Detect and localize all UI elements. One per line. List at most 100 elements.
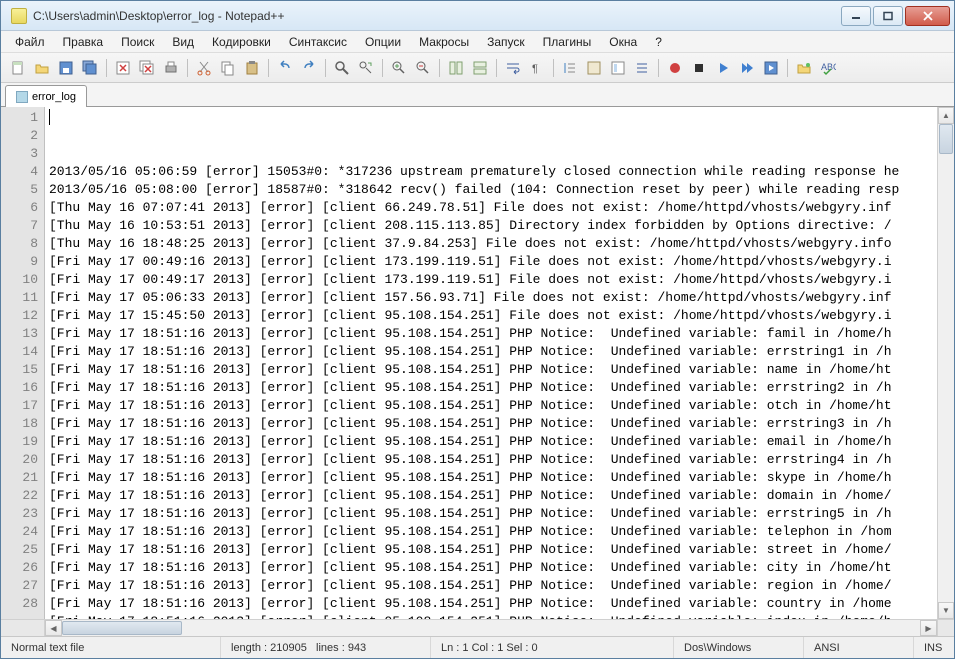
save-icon[interactable]	[55, 57, 77, 79]
close-all-icon[interactable]	[136, 57, 158, 79]
line-number[interactable]: 10	[3, 271, 38, 289]
code-line[interactable]: 2013/05/16 05:06:59 [error] 15053#0: *31…	[49, 163, 937, 181]
code-line[interactable]: [Fri May 17 18:51:16 2013] [error] [clie…	[49, 523, 937, 541]
paste-icon[interactable]	[241, 57, 263, 79]
line-number[interactable]: 13	[3, 325, 38, 343]
save-all-icon[interactable]	[79, 57, 101, 79]
horizontal-scrollbar[interactable]: ◀ ▶	[45, 620, 937, 636]
doc-map-icon[interactable]	[607, 57, 629, 79]
code-line[interactable]: [Fri May 17 00:49:17 2013] [error] [clie…	[49, 271, 937, 289]
code-line[interactable]: [Fri May 17 00:49:16 2013] [error] [clie…	[49, 253, 937, 271]
code-line[interactable]: 2013/05/16 05:08:00 [error] 18587#0: *31…	[49, 181, 937, 199]
vertical-scrollbar[interactable]: ▲ ▼	[937, 107, 954, 619]
line-number[interactable]: 26	[3, 559, 38, 577]
line-number[interactable]: 6	[3, 199, 38, 217]
code-line[interactable]: [Fri May 17 18:51:16 2013] [error] [clie…	[49, 397, 937, 415]
hscroll-thumb[interactable]	[62, 621, 182, 635]
line-number[interactable]: 20	[3, 451, 38, 469]
menu-run[interactable]: Запуск	[479, 32, 533, 52]
spellcheck-icon[interactable]: ABC	[817, 57, 839, 79]
redo-icon[interactable]	[298, 57, 320, 79]
line-number-gutter[interactable]: 1234567891011121314151617181920212223242…	[1, 107, 45, 619]
code-line[interactable]: [Fri May 17 05:06:33 2013] [error] [clie…	[49, 289, 937, 307]
line-number[interactable]: 21	[3, 469, 38, 487]
indent-guide-icon[interactable]	[559, 57, 581, 79]
line-number[interactable]: 5	[3, 181, 38, 199]
scroll-up-icon[interactable]: ▲	[938, 107, 954, 124]
code-line[interactable]: [Fri May 17 18:51:16 2013] [error] [clie…	[49, 487, 937, 505]
scroll-track[interactable]	[938, 124, 954, 602]
line-number[interactable]: 24	[3, 523, 38, 541]
line-number[interactable]: 11	[3, 289, 38, 307]
code-line[interactable]: [Fri May 17 15:45:50 2013] [error] [clie…	[49, 307, 937, 325]
copy-icon[interactable]	[217, 57, 239, 79]
code-line[interactable]: [Fri May 17 18:51:16 2013] [error] [clie…	[49, 433, 937, 451]
hscroll-track[interactable]	[62, 620, 920, 636]
stop-macro-icon[interactable]	[688, 57, 710, 79]
titlebar[interactable]: C:\Users\admin\Desktop\error_log - Notep…	[1, 1, 954, 31]
code-line[interactable]: [Thu May 16 07:07:41 2013] [error] [clie…	[49, 199, 937, 217]
code-line[interactable]: [Fri May 17 18:51:16 2013] [error] [clie…	[49, 361, 937, 379]
record-macro-icon[interactable]	[664, 57, 686, 79]
line-number[interactable]: 2	[3, 127, 38, 145]
maximize-button[interactable]	[873, 6, 903, 26]
new-file-icon[interactable]	[7, 57, 29, 79]
code-line[interactable]: [Thu May 16 10:53:51 2013] [error] [clie…	[49, 217, 937, 235]
minimize-button[interactable]	[841, 6, 871, 26]
replace-icon[interactable]	[355, 57, 377, 79]
scroll-right-icon[interactable]: ▶	[920, 620, 937, 636]
code-line[interactable]: [Fri May 17 18:51:16 2013] [error] [clie…	[49, 559, 937, 577]
line-number[interactable]: 28	[3, 595, 38, 613]
save-macro-icon[interactable]	[760, 57, 782, 79]
code-line[interactable]: [Fri May 17 18:51:16 2013] [error] [clie…	[49, 325, 937, 343]
menu-edit[interactable]: Правка	[55, 32, 112, 52]
line-number[interactable]: 3	[3, 145, 38, 163]
code-line[interactable]: [Fri May 17 18:51:16 2013] [error] [clie…	[49, 577, 937, 595]
menu-options[interactable]: Опции	[357, 32, 409, 52]
line-number[interactable]: 25	[3, 541, 38, 559]
line-number[interactable]: 12	[3, 307, 38, 325]
scroll-down-icon[interactable]: ▼	[938, 602, 954, 619]
code-line[interactable]: [Fri May 17 18:51:16 2013] [error] [clie…	[49, 595, 937, 613]
menu-macros[interactable]: Макросы	[411, 32, 477, 52]
code-line[interactable]: [Fri May 17 18:51:16 2013] [error] [clie…	[49, 415, 937, 433]
close-file-icon[interactable]	[112, 57, 134, 79]
cut-icon[interactable]	[193, 57, 215, 79]
menu-search[interactable]: Поиск	[113, 32, 162, 52]
line-number[interactable]: 19	[3, 433, 38, 451]
code-line[interactable]: [Fri May 17 18:51:16 2013] [error] [clie…	[49, 451, 937, 469]
undo-icon[interactable]	[274, 57, 296, 79]
sync-h-icon[interactable]	[469, 57, 491, 79]
menu-view[interactable]: Вид	[164, 32, 202, 52]
code-line[interactable]: [Fri May 17 18:51:16 2013] [error] [clie…	[49, 469, 937, 487]
code-line[interactable]: [Fri May 17 18:51:16 2013] [error] [clie…	[49, 343, 937, 361]
wordwrap-icon[interactable]	[502, 57, 524, 79]
line-number[interactable]: 16	[3, 379, 38, 397]
compare-icon[interactable]	[793, 57, 815, 79]
status-ins[interactable]: INS	[914, 637, 954, 658]
code-line[interactable]: [Fri May 17 18:51:16 2013] [error] [clie…	[49, 541, 937, 559]
close-button[interactable]	[905, 6, 950, 26]
find-icon[interactable]	[331, 57, 353, 79]
line-number[interactable]: 4	[3, 163, 38, 181]
code-line[interactable]: [Fri May 17 18:51:16 2013] [error] [clie…	[49, 505, 937, 523]
status-encoding[interactable]: ANSI	[804, 637, 914, 658]
code-line[interactable]: [Thu May 16 18:48:25 2013] [error] [clie…	[49, 235, 937, 253]
zoom-out-icon[interactable]	[412, 57, 434, 79]
play-macro-icon[interactable]	[712, 57, 734, 79]
line-number[interactable]: 15	[3, 361, 38, 379]
show-all-chars-icon[interactable]: ¶	[526, 57, 548, 79]
menu-plugins[interactable]: Плагины	[535, 32, 600, 52]
tab-error-log[interactable]: error_log	[5, 85, 87, 107]
line-number[interactable]: 7	[3, 217, 38, 235]
play-multi-icon[interactable]	[736, 57, 758, 79]
code-line[interactable]: [Fri May 17 18:51:16 2013] [error] [clie…	[49, 613, 937, 619]
line-number[interactable]: 9	[3, 253, 38, 271]
line-number[interactable]: 18	[3, 415, 38, 433]
print-icon[interactable]	[160, 57, 182, 79]
line-number[interactable]: 8	[3, 235, 38, 253]
sync-v-icon[interactable]	[445, 57, 467, 79]
line-number[interactable]: 27	[3, 577, 38, 595]
user-lang-icon[interactable]	[583, 57, 605, 79]
line-number[interactable]: 14	[3, 343, 38, 361]
